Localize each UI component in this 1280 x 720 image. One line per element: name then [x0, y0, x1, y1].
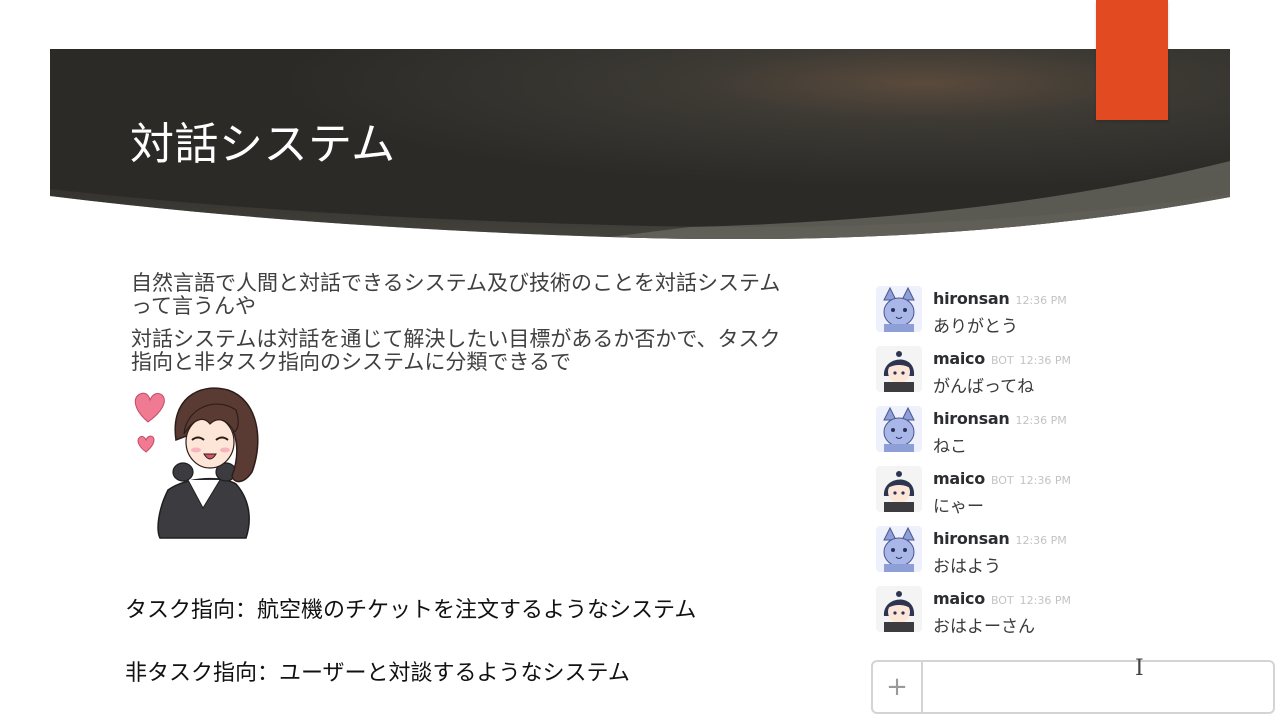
heart-icon: [134, 392, 165, 423]
chat-username[interactable]: maico: [933, 589, 985, 608]
chat-message-text: にゃー: [933, 497, 984, 517]
chat-message-text: おはよーさん: [933, 617, 1035, 637]
chat-message: maico BOT 12:36 PM おはよーさん: [876, 586, 1246, 638]
chat-timestamp: 12:36 PM: [1015, 414, 1067, 427]
chat-timestamp: 12:36 PM: [1019, 474, 1071, 487]
bot-badge: BOT: [990, 354, 1014, 367]
girl-avatar-icon[interactable]: [876, 466, 922, 512]
chat-message-text: ねこ: [933, 437, 967, 457]
chat-username[interactable]: maico: [933, 469, 985, 488]
text-cursor-icon: I: [1135, 656, 1144, 681]
chat-username[interactable]: maico: [933, 349, 985, 368]
chat-message: hironsan 12:36 PM ねこ: [876, 406, 1246, 458]
bot-badge: BOT: [990, 594, 1014, 607]
bot-badge: BOT: [990, 474, 1014, 487]
paragraph-classification: 対話システムは対話を通じて解決したい目標があるか否かで、タスク指向と非タスク指向…: [131, 327, 781, 374]
chat-message: hironsan 12:36 PM ありがとう: [876, 286, 1246, 338]
chat-username[interactable]: hironsan: [933, 409, 1010, 428]
cat-avatar-icon[interactable]: [876, 526, 922, 572]
chat-timestamp: 12:36 PM: [1015, 294, 1067, 307]
small-heart-icon: [137, 435, 155, 453]
chat-message-text: がんばってね: [933, 377, 1035, 397]
chat-message: maico BOT 12:36 PM がんばってね: [876, 346, 1246, 398]
cat-avatar-icon[interactable]: [876, 406, 922, 452]
anime-girl-illustration: [128, 380, 278, 542]
chat-message-text: おはよう: [933, 557, 1001, 577]
accent-bar: [1096, 0, 1168, 120]
chat-username[interactable]: hironsan: [933, 529, 1010, 548]
chat-timestamp: 12:36 PM: [1019, 354, 1071, 367]
chat-username[interactable]: hironsan: [933, 289, 1010, 308]
add-attachment-button[interactable]: +: [873, 662, 923, 712]
definition-non-task-oriented: 非タスク指向：ユーザーと対談するようなシステム: [125, 661, 630, 686]
paragraph-definition: 自然言語で人間と対話できるシステム及び技術のことを対話システムって言うんや: [131, 271, 781, 318]
girl-avatar-icon[interactable]: [876, 586, 922, 632]
chat-message-text: ありがとう: [933, 317, 1018, 337]
girl-avatar-icon[interactable]: [876, 346, 922, 392]
chat-message: maico BOT 12:36 PM にゃー: [876, 466, 1246, 518]
cat-avatar-icon[interactable]: [876, 286, 922, 332]
message-composer[interactable]: +: [871, 660, 1275, 714]
chat-message: hironsan 12:36 PM おはよう: [876, 526, 1246, 578]
chat-timestamp: 12:36 PM: [1019, 594, 1071, 607]
chat-screenshot: hironsan 12:36 PM ありがとう maico BOT 12:36 PM …: [866, 284, 1275, 720]
slide-title: 対話システム: [130, 119, 396, 170]
definition-task-oriented: タスク指向：航空機のチケットを注文するようなシステム: [125, 598, 697, 623]
chat-timestamp: 12:36 PM: [1015, 534, 1067, 547]
